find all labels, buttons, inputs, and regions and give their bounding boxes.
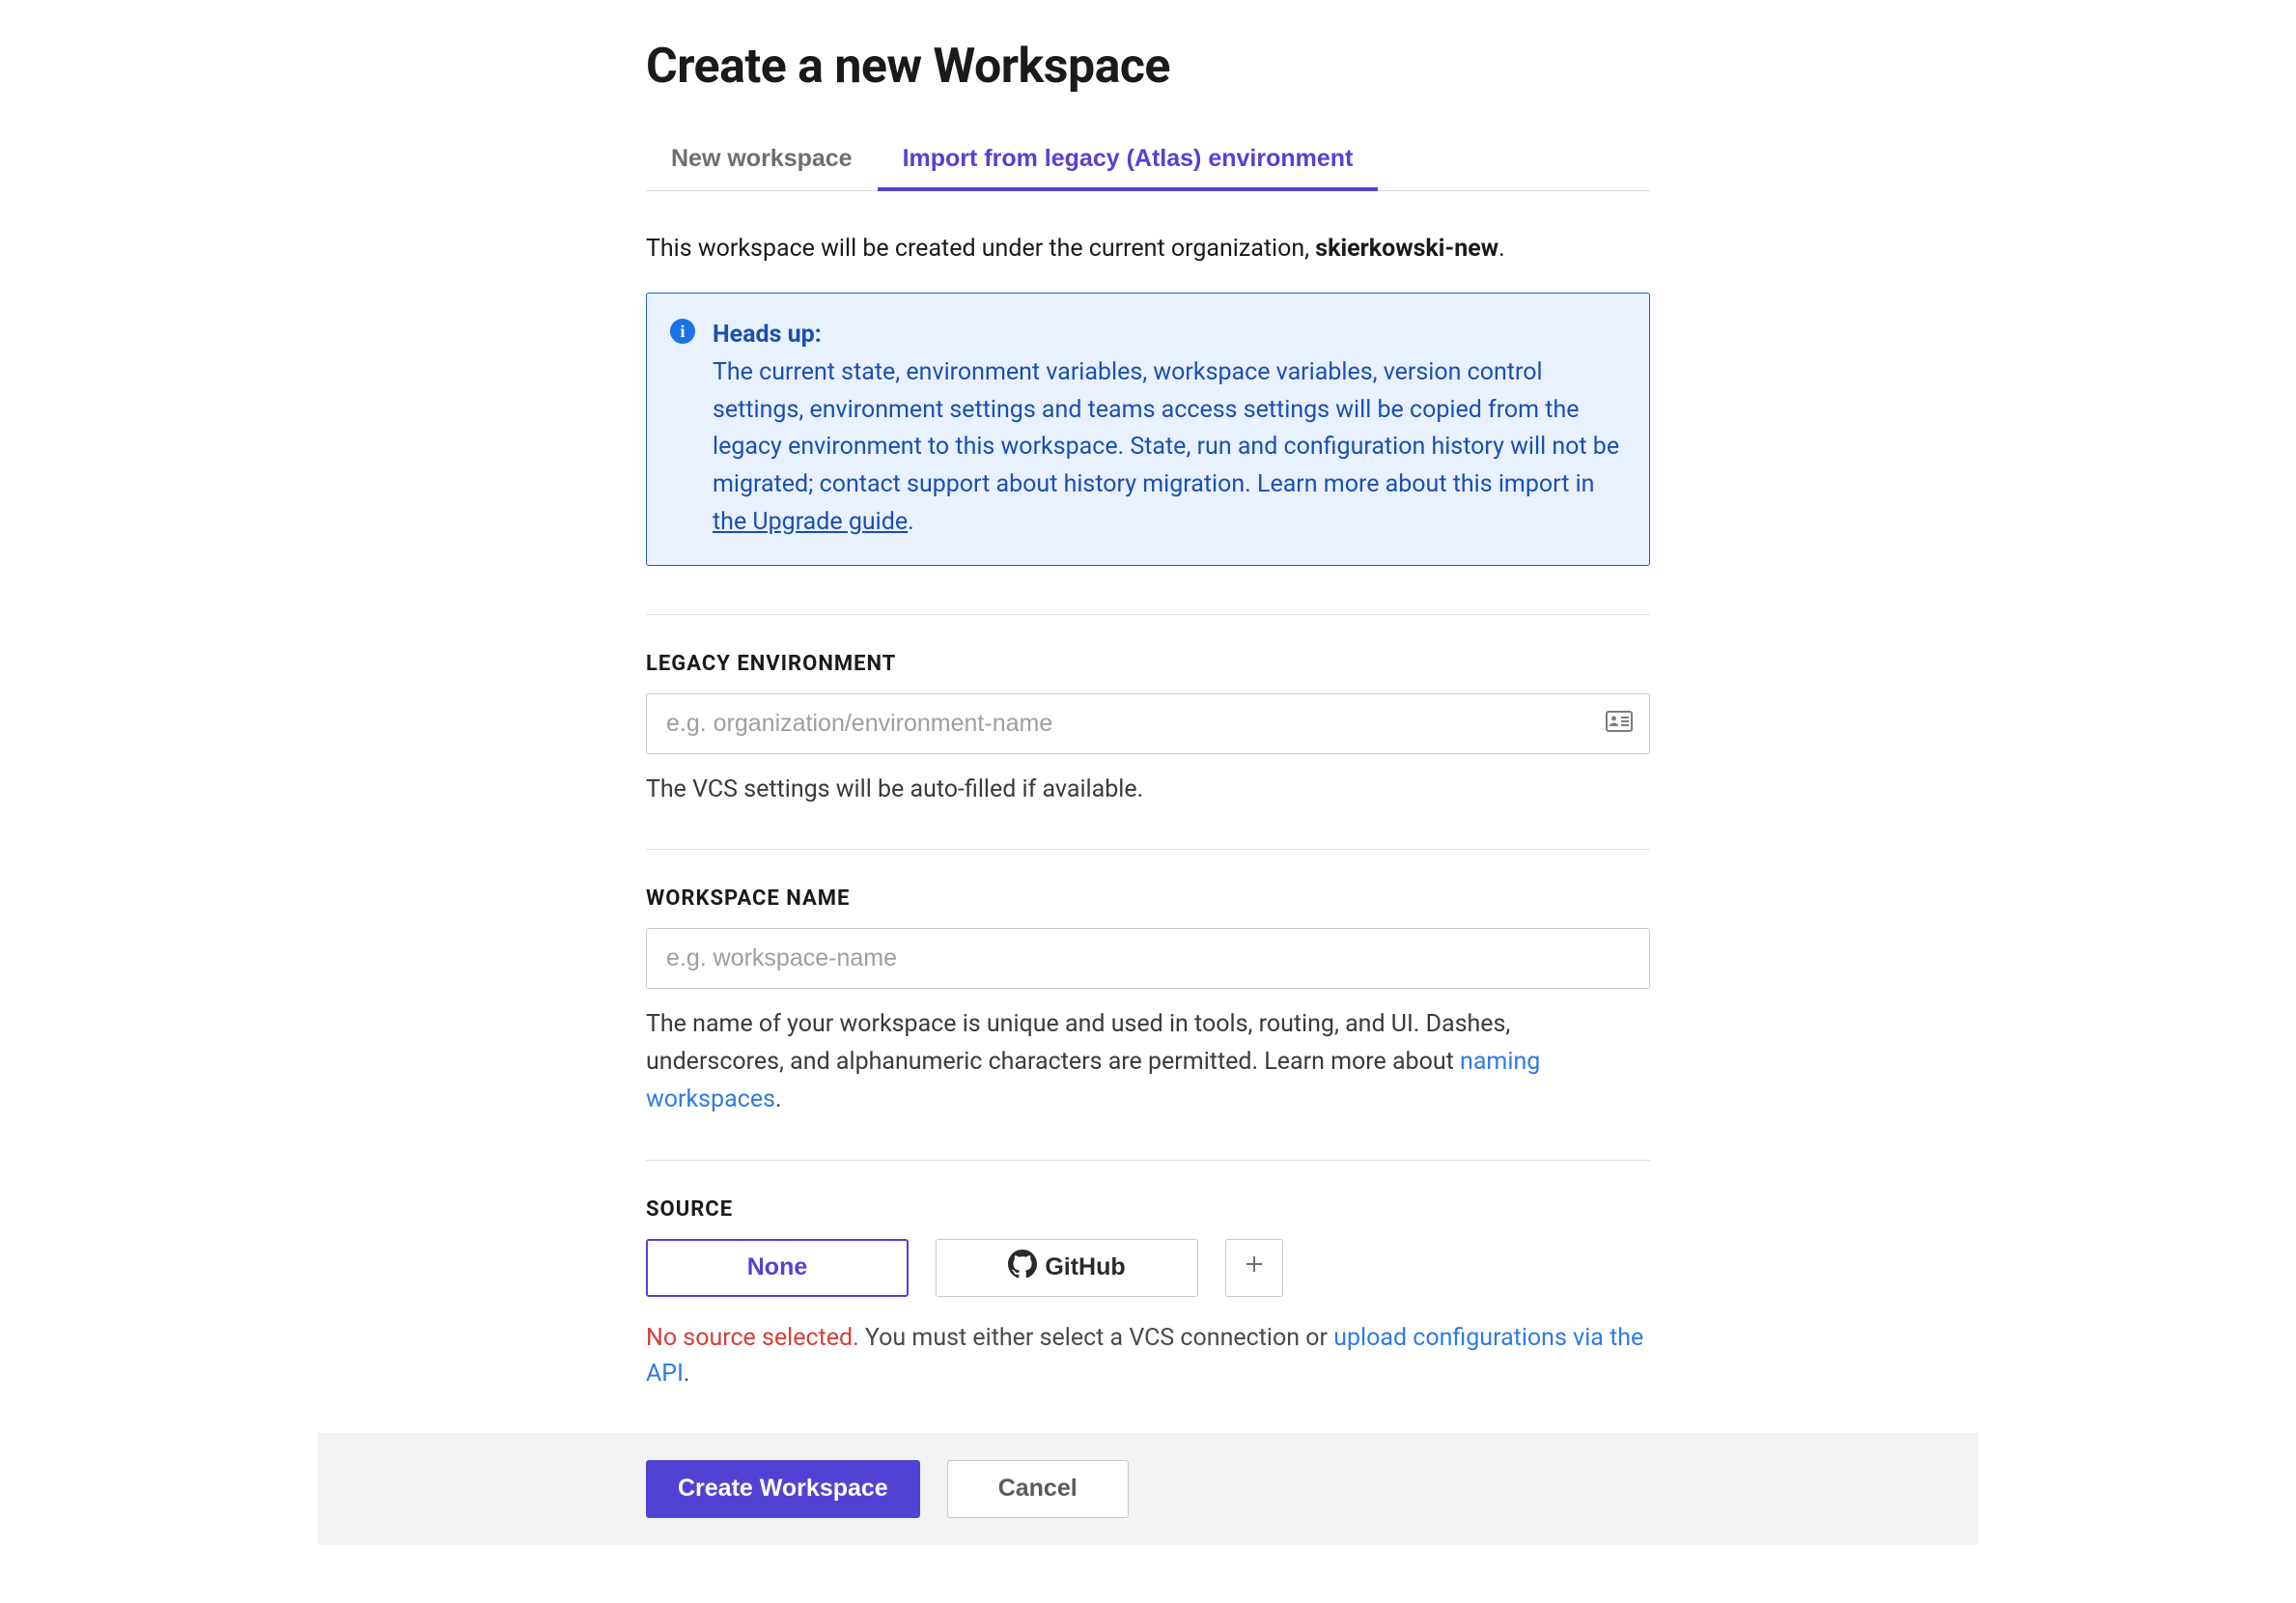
source-github-label: GitHub [1045,1253,1125,1281]
org-description-suffix: . [1498,235,1505,263]
org-name: skierkowski-new [1315,235,1498,263]
org-description: This workspace will be created under the… [646,232,1650,266]
alert-heading: Heads up: [713,321,822,349]
info-icon: i [670,319,695,344]
legacy-environment-input[interactable] [646,693,1650,754]
alert-content: Heads up: The current state, environment… [713,317,1622,542]
add-source-button[interactable] [1225,1239,1283,1297]
legacy-environment-label: LEGACY ENVIRONMENT [646,652,1650,676]
tab-import-legacy[interactable]: Import from legacy (Atlas) environment [878,131,1379,190]
workspace-name-section: WORKSPACE NAME The name of your workspac… [646,849,1650,1118]
org-description-prefix: This workspace will be created under the… [646,235,1315,263]
source-help: No source selected. You must either sele… [646,1320,1650,1392]
create-workspace-button[interactable]: Create Workspace [646,1460,920,1518]
upgrade-guide-link[interactable]: the Upgrade guide [713,508,908,536]
cancel-button[interactable]: Cancel [947,1460,1129,1518]
footer-actions: Create Workspace Cancel [318,1433,1978,1545]
tab-new-workspace[interactable]: New workspace [646,131,878,190]
workspace-name-help: The name of your workspace is unique and… [646,1006,1650,1118]
source-label: SOURCE [646,1197,1650,1222]
heads-up-alert: i Heads up: The current state, environme… [646,293,1650,566]
legacy-environment-help: The VCS settings will be auto-filled if … [646,772,1650,809]
plus-icon [1243,1252,1266,1282]
id-card-icon [1606,711,1633,736]
workspace-name-label: WORKSPACE NAME [646,886,1650,911]
source-none-button[interactable]: None [646,1239,909,1297]
github-icon [1008,1250,1037,1285]
alert-body: The current state, environment variables… [713,358,1619,498]
page-title: Create a new Workspace [646,39,1650,95]
legacy-environment-section: LEGACY ENVIRONMENT The VCS settings will… [646,614,1650,809]
source-github-button[interactable]: GitHub [936,1239,1198,1297]
workspace-name-input[interactable] [646,928,1650,989]
source-section: SOURCE None GitHub [646,1160,1650,1392]
alert-body-suffix: . [908,508,914,536]
source-error-text: No source selected. [646,1324,859,1352]
tabs: New workspace Import from legacy (Atlas)… [646,131,1650,191]
